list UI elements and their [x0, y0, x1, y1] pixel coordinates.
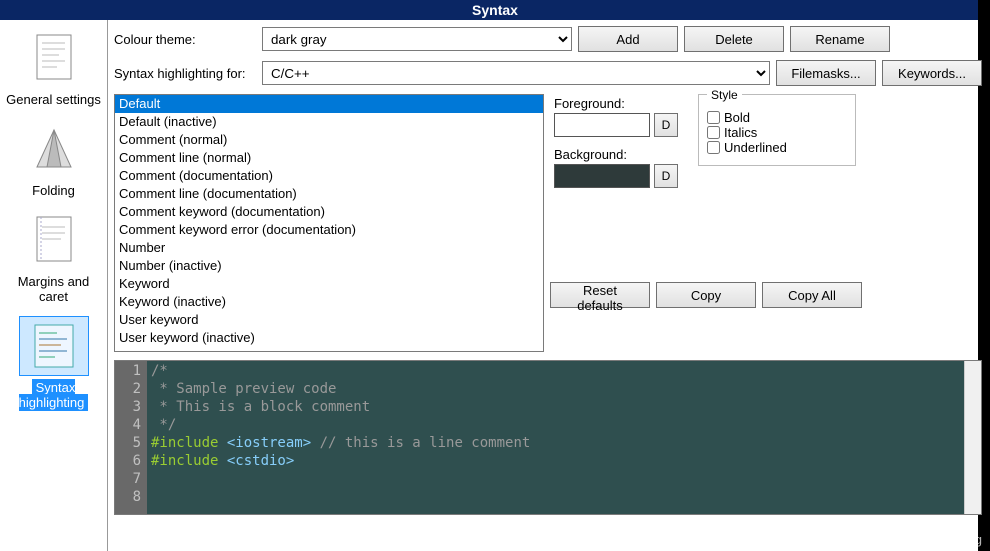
- background-swatch[interactable]: [554, 164, 650, 188]
- code-area: /* * Sample preview code * This is a blo…: [147, 361, 964, 514]
- sidebar-label: Folding: [32, 183, 75, 198]
- origami-icon: [19, 119, 89, 179]
- copy-all-button[interactable]: Copy All: [762, 282, 862, 308]
- sidebar-item-margins[interactable]: Margins and caret: [2, 206, 105, 312]
- list-item[interactable]: Number (inactive): [115, 257, 543, 275]
- bold-label: Bold: [724, 110, 750, 125]
- italics-label: Italics: [724, 125, 757, 140]
- foreground-default-button[interactable]: D: [654, 113, 678, 137]
- italics-checkbox[interactable]: [707, 126, 720, 139]
- sidebar-label: Margins and caret: [18, 274, 90, 304]
- lang-select[interactable]: C/C++: [262, 61, 770, 85]
- style-group: Style Bold Italics Underlined: [698, 94, 856, 166]
- line-gutter: 12345678: [115, 361, 147, 514]
- add-button[interactable]: Add: [578, 26, 678, 52]
- sidebar-item-syntax[interactable]: Syntax highlighting: [2, 312, 105, 418]
- foreground-swatch[interactable]: [554, 113, 650, 137]
- list-item[interactable]: Default: [115, 95, 543, 113]
- underlined-checkbox[interactable]: [707, 141, 720, 154]
- delete-button[interactable]: Delete: [684, 26, 784, 52]
- list-item[interactable]: Keyword: [115, 275, 543, 293]
- theme-label: Colour theme:: [114, 32, 256, 47]
- list-item[interactable]: Comment keyword error (documentation): [115, 221, 543, 239]
- window-title: Syntax: [0, 0, 990, 20]
- bold-checkbox[interactable]: [707, 111, 720, 124]
- list-item[interactable]: Comment keyword (documentation): [115, 203, 543, 221]
- sidebar-label: Syntax highlighting: [19, 379, 89, 411]
- background-default-button[interactable]: D: [654, 164, 678, 188]
- list-item[interactable]: Comment (normal): [115, 131, 543, 149]
- underlined-label: Underlined: [724, 140, 787, 155]
- code-preview: 12345678 /* * Sample preview code * This…: [114, 360, 982, 515]
- sidebar-label: General settings: [6, 92, 101, 107]
- sidebar-item-folding[interactable]: Folding: [2, 115, 105, 206]
- preview-scrollbar[interactable]: [964, 361, 981, 514]
- lang-label: Syntax highlighting for:: [114, 66, 256, 81]
- list-item[interactable]: Comment (documentation): [115, 167, 543, 185]
- sidebar: General settings Folding Margins and car…: [0, 20, 108, 551]
- copy-button[interactable]: Copy: [656, 282, 756, 308]
- document-margin-icon: [19, 210, 89, 270]
- list-item[interactable]: User keyword: [115, 311, 543, 329]
- document-icon: [19, 28, 89, 88]
- syntax-icon: [19, 316, 89, 376]
- list-item[interactable]: User keyword (inactive): [115, 329, 543, 347]
- sidebar-item-general[interactable]: General settings: [2, 24, 105, 115]
- watermark: https://blog.csdn.net/nyist_yangguang: [764, 532, 982, 547]
- list-item[interactable]: Comment line (normal): [115, 149, 543, 167]
- rename-button[interactable]: Rename: [790, 26, 890, 52]
- reset-defaults-button[interactable]: Reset defaults: [550, 282, 650, 308]
- keywords-button[interactable]: Keywords...: [882, 60, 982, 86]
- filemasks-button[interactable]: Filemasks...: [776, 60, 876, 86]
- list-item[interactable]: Keyword (inactive): [115, 293, 543, 311]
- style-legend: Style: [707, 88, 742, 102]
- list-item[interactable]: Number: [115, 239, 543, 257]
- theme-select[interactable]: dark gray: [262, 27, 572, 51]
- list-item[interactable]: Comment line (documentation): [115, 185, 543, 203]
- list-item[interactable]: Default (inactive): [115, 113, 543, 131]
- syntax-element-list[interactable]: Default Default (inactive) Comment (norm…: [114, 94, 544, 352]
